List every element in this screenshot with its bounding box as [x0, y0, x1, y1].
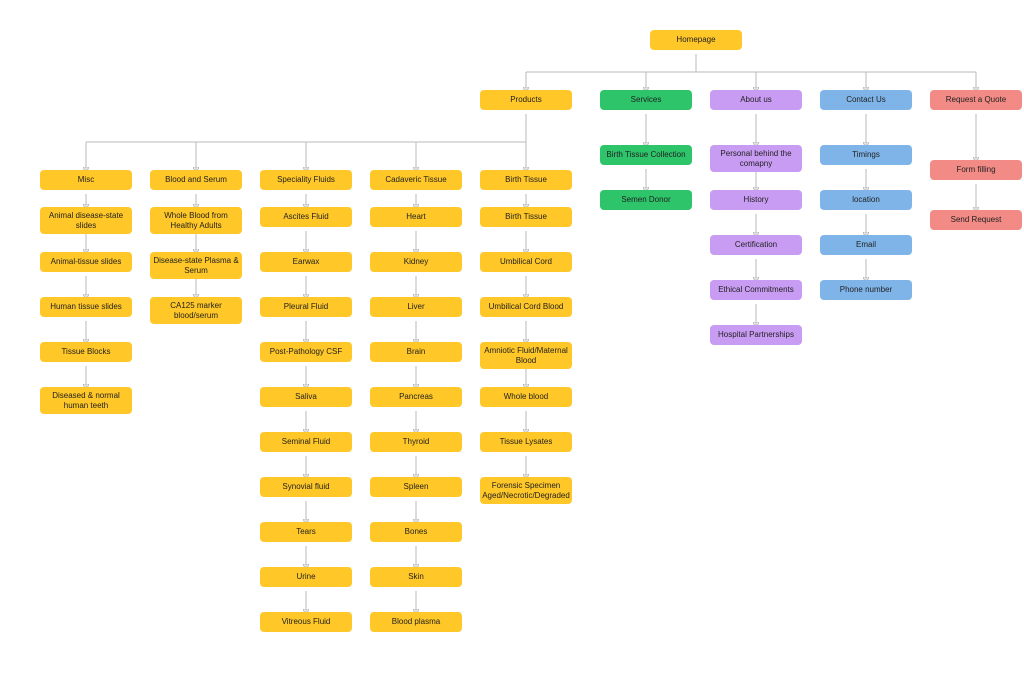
item-birth-6: Forensic Specimen Aged/Necrotic/Degraded [480, 477, 572, 504]
about-item-4: Hospital Partnerships [710, 325, 802, 345]
item-misc-0: Animal disease-state slides [40, 207, 132, 234]
item-speciality-8: Urine [260, 567, 352, 587]
item-blood-2: CA125 marker blood/serum [150, 297, 242, 324]
cat-speciality: Speciality Fluids [260, 170, 352, 190]
item-speciality-3: Post-Pathology CSF [260, 342, 352, 362]
item-cadaveric-0: Heart [370, 207, 462, 227]
item-cadaveric-8: Skin [370, 567, 462, 587]
item-speciality-5: Seminal Fluid [260, 432, 352, 452]
item-speciality-1: Earwax [260, 252, 352, 272]
quote-item-1: Send Request [930, 210, 1022, 230]
item-misc-2: Human tissue slides [40, 297, 132, 317]
about-item-1: History [710, 190, 802, 210]
item-birth-4: Whole blood [480, 387, 572, 407]
item-speciality-2: Pleural Fluid [260, 297, 352, 317]
about-item-3: Ethical Commitments [710, 280, 802, 300]
item-cadaveric-7: Bones [370, 522, 462, 542]
item-birth-2: Umbilical Cord Blood [480, 297, 572, 317]
item-misc-1: Animal-tissue slides [40, 252, 132, 272]
item-speciality-9: Vitreous Fluid [260, 612, 352, 632]
contact-item-0: Timings [820, 145, 912, 165]
item-cadaveric-2: Liver [370, 297, 462, 317]
nav-contact: Contact Us [820, 90, 912, 110]
services-item-0: Birth Tissue Collection [600, 145, 692, 165]
quote-item-0: Form filling [930, 160, 1022, 180]
nav-products: Products [480, 90, 572, 110]
item-speciality-4: Saliva [260, 387, 352, 407]
services-item-1: Semen Donor [600, 190, 692, 210]
about-item-2: Certification [710, 235, 802, 255]
nav-about: About us [710, 90, 802, 110]
item-blood-1: Disease-state Plasma & Serum [150, 252, 242, 279]
item-speciality-0: Ascites Fluid [260, 207, 352, 227]
item-birth-0: Birth Tissue [480, 207, 572, 227]
item-cadaveric-6: Spleen [370, 477, 462, 497]
about-item-0: Personal behind the comapny [710, 145, 802, 172]
item-cadaveric-9: Blood plasma [370, 612, 462, 632]
item-birth-5: Tissue Lysates [480, 432, 572, 452]
item-misc-3: Tissue Blocks [40, 342, 132, 362]
homepage-root: Homepage [650, 30, 742, 50]
item-birth-3: Amniotic Fluid/Maternal Blood [480, 342, 572, 369]
item-speciality-6: Synovial fluid [260, 477, 352, 497]
item-cadaveric-5: Thyroid [370, 432, 462, 452]
nav-quote: Request a Quote [930, 90, 1022, 110]
item-cadaveric-3: Brain [370, 342, 462, 362]
cat-misc: Misc [40, 170, 132, 190]
cat-blood: Blood and Serum [150, 170, 242, 190]
cat-birth: Birth Tissue [480, 170, 572, 190]
item-cadaveric-4: Pancreas [370, 387, 462, 407]
contact-item-2: Email [820, 235, 912, 255]
item-misc-4: Diseased & normal human teeth [40, 387, 132, 414]
contact-item-1: location [820, 190, 912, 210]
item-cadaveric-1: Kidney [370, 252, 462, 272]
item-blood-0: Whole Blood from Healthy Adults [150, 207, 242, 234]
nav-services: Services [600, 90, 692, 110]
cat-cadaveric: Cadaveric Tissue [370, 170, 462, 190]
item-speciality-7: Tears [260, 522, 352, 542]
contact-item-3: Phone number [820, 280, 912, 300]
item-birth-1: Umbilical Cord [480, 252, 572, 272]
